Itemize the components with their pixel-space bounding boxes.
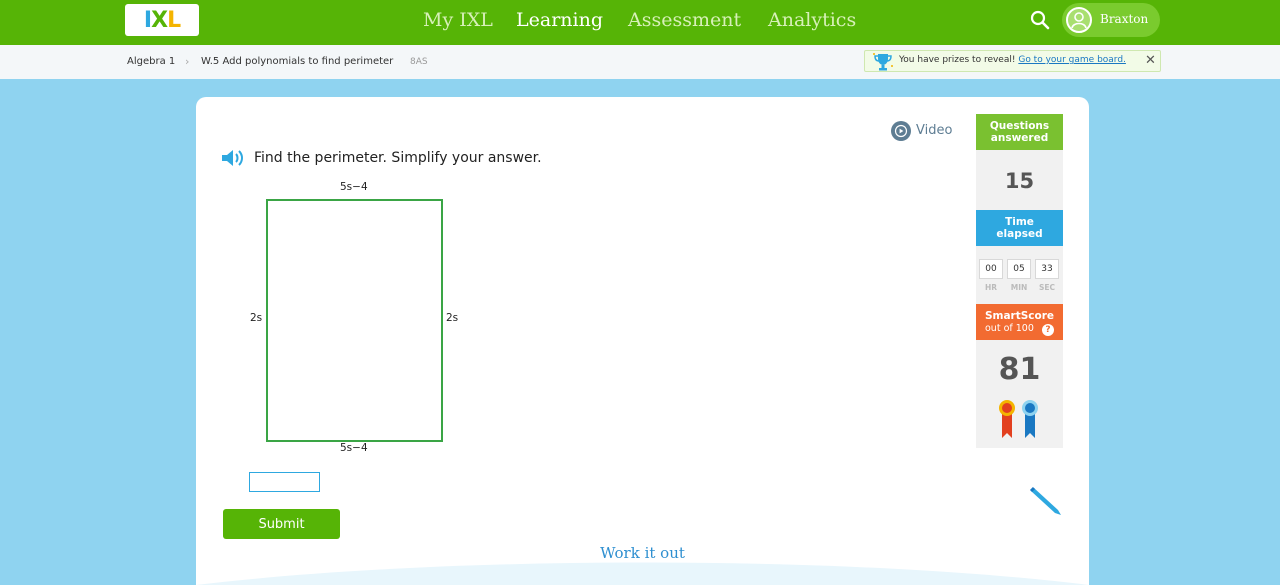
red-ribbon-icon: [999, 400, 1015, 438]
search-icon[interactable]: [1030, 10, 1050, 30]
questions-answered-header: Questions answered: [976, 114, 1063, 150]
timer-seconds: 33: [1035, 259, 1059, 279]
smartscore-header: SmartScore out of 100 ?: [976, 304, 1063, 340]
breadcrumb: Algebra 1 › W.5 Add polynomials to find …: [0, 45, 1280, 79]
rectangle-diagram: 5s−4 5s−4 2s 2s: [236, 179, 496, 464]
chevron-right-icon: ›: [185, 55, 190, 68]
user-menu-button[interactable]: Braxton: [1062, 3, 1160, 37]
decorative-wave: [196, 562, 1089, 585]
smartscore-box: 81: [976, 340, 1063, 448]
time-elapsed-header: Time elapsed: [976, 210, 1063, 246]
logo-text: IXL: [143, 7, 181, 33]
rectangle-shape: [266, 199, 443, 442]
user-icon: [1071, 12, 1087, 29]
smartscore-subtitle: out of 100: [985, 323, 1034, 334]
smartscore-value: 81: [998, 352, 1041, 387]
game-board-link[interactable]: Go to your game board.: [1018, 55, 1126, 65]
video-label: Video: [916, 123, 953, 138]
timer-hours: 00: [979, 259, 1003, 279]
top-side-label: 5s−4: [340, 181, 368, 193]
breadcrumb-skill: W.5 Add polynomials to find perimeter: [201, 56, 394, 67]
timer: 00 05 33 HR MIN SEC: [976, 246, 1063, 304]
left-side-label: 2s: [250, 312, 263, 324]
prize-message: You have prizes to reveal! Go to your ga…: [899, 55, 1126, 65]
speaker-icon[interactable]: [220, 147, 246, 169]
hours-label: HR: [984, 283, 998, 292]
skill-code: 8AS: [410, 57, 428, 67]
nav-analytics[interactable]: Analytics: [768, 9, 856, 31]
answer-input[interactable]: [249, 472, 320, 492]
nav-assessment[interactable]: Assessment: [628, 9, 741, 31]
timer-minutes: 05: [1007, 259, 1031, 279]
question-prompt: Find the perimeter. Simplify your answer…: [254, 150, 542, 166]
avatar: [1066, 7, 1092, 33]
questions-answered-count: 15: [976, 150, 1063, 210]
user-name: Braxton: [1100, 12, 1149, 26]
help-icon[interactable]: ?: [1042, 324, 1054, 336]
top-nav-bar: IXL My IXL Learning Assessment Analytics…: [0, 0, 1280, 45]
smartscore-title: SmartScore: [984, 310, 1055, 322]
close-icon[interactable]: ✕: [1145, 53, 1156, 68]
blue-ribbon-icon: [1022, 400, 1038, 438]
breadcrumb-subject[interactable]: Algebra 1: [127, 56, 175, 67]
prize-banner: You have prizes to reveal! Go to your ga…: [864, 50, 1161, 72]
ixl-logo[interactable]: IXL: [125, 4, 199, 36]
submit-button[interactable]: Submit: [223, 509, 340, 539]
seconds-label: SEC: [1038, 283, 1056, 292]
nav-learning[interactable]: Learning: [516, 9, 603, 31]
play-icon: [891, 121, 911, 141]
pencil-icon[interactable]: [1028, 482, 1064, 518]
right-side-label: 2s: [446, 312, 459, 324]
minutes-label: MIN: [1010, 283, 1028, 292]
nav-my-ixl[interactable]: My IXL: [423, 9, 493, 31]
bottom-side-label: 5s−4: [340, 442, 368, 454]
practice-card: Video Find the perimeter. Simplify your …: [196, 97, 1089, 585]
stats-panel: Questions answered 15 Time elapsed 00 05 3…: [976, 114, 1063, 448]
trophy-icon: [873, 53, 893, 71]
